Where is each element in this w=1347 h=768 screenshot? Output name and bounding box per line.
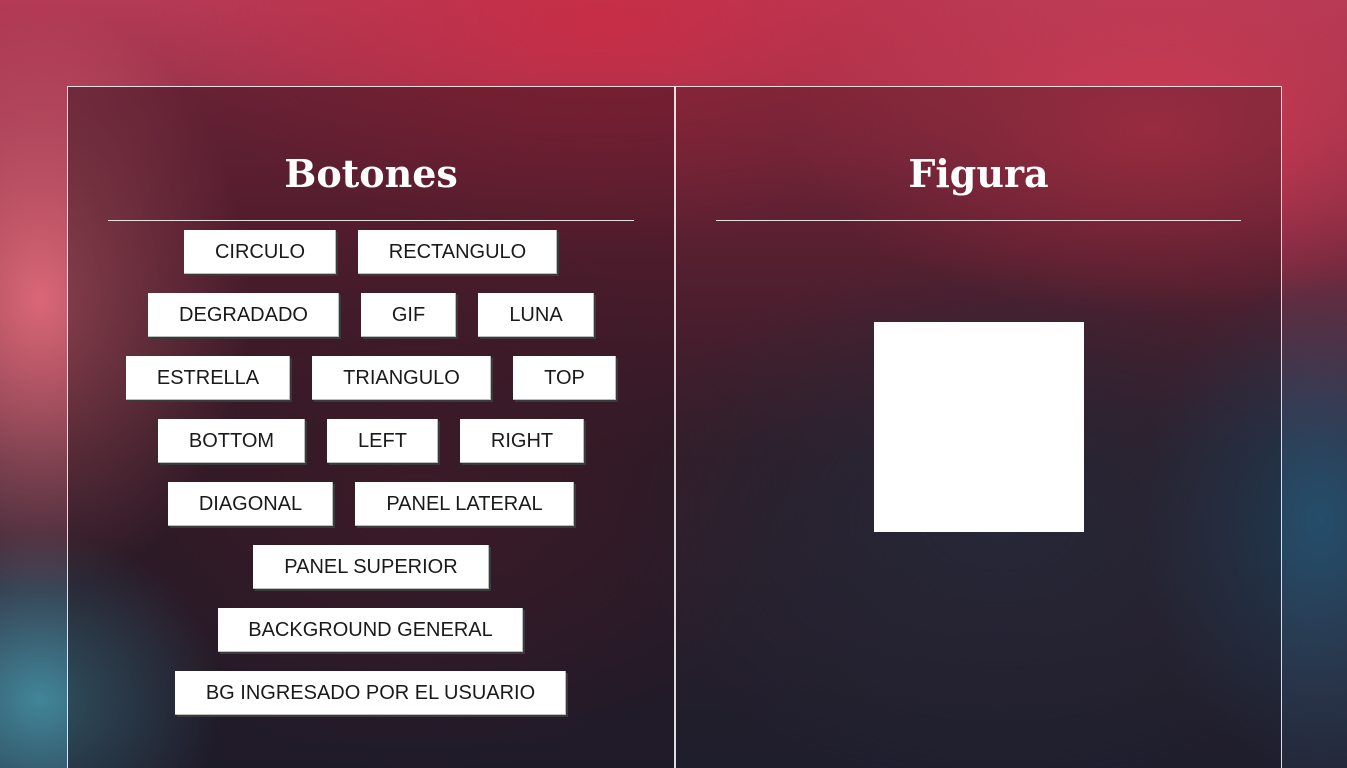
right-button[interactable]: RIGHT	[460, 419, 584, 463]
estrella-button[interactable]: ESTRELLA	[126, 356, 290, 400]
figure-shape	[874, 322, 1084, 532]
bottom-button[interactable]: BOTTOM	[158, 419, 305, 463]
figure-panel: Figura	[675, 86, 1282, 768]
buttons-panel: Botones CIRCULO RECTANGULO DEGRADADO GIF…	[67, 86, 675, 768]
degradado-button[interactable]: DEGRADADO	[148, 293, 339, 337]
rectangulo-button[interactable]: RECTANGULO	[358, 230, 557, 274]
triangulo-button[interactable]: TRIANGULO	[312, 356, 491, 400]
top-button[interactable]: TOP	[513, 356, 616, 400]
luna-button[interactable]: LUNA	[478, 293, 594, 337]
panel-superior-button[interactable]: PANEL SUPERIOR	[253, 545, 489, 589]
background-general-button[interactable]: BACKGROUND GENERAL	[218, 608, 523, 652]
circulo-button[interactable]: CIRCULO	[184, 230, 336, 274]
figure-panel-title: Figura	[908, 151, 1049, 196]
buttons-panel-title: Botones	[284, 151, 458, 196]
gif-button[interactable]: GIF	[361, 293, 456, 337]
diagonal-button[interactable]: DIAGONAL	[168, 482, 333, 526]
bg-ingresado-por-el-usuario-button[interactable]: BG INGRESADO POR EL USUARIO	[175, 671, 566, 715]
left-button[interactable]: LEFT	[327, 419, 438, 463]
panel-lateral-button[interactable]: PANEL LATERAL	[355, 482, 574, 526]
figure-panel-divider	[716, 220, 1241, 221]
buttons-panel-divider	[108, 220, 634, 221]
